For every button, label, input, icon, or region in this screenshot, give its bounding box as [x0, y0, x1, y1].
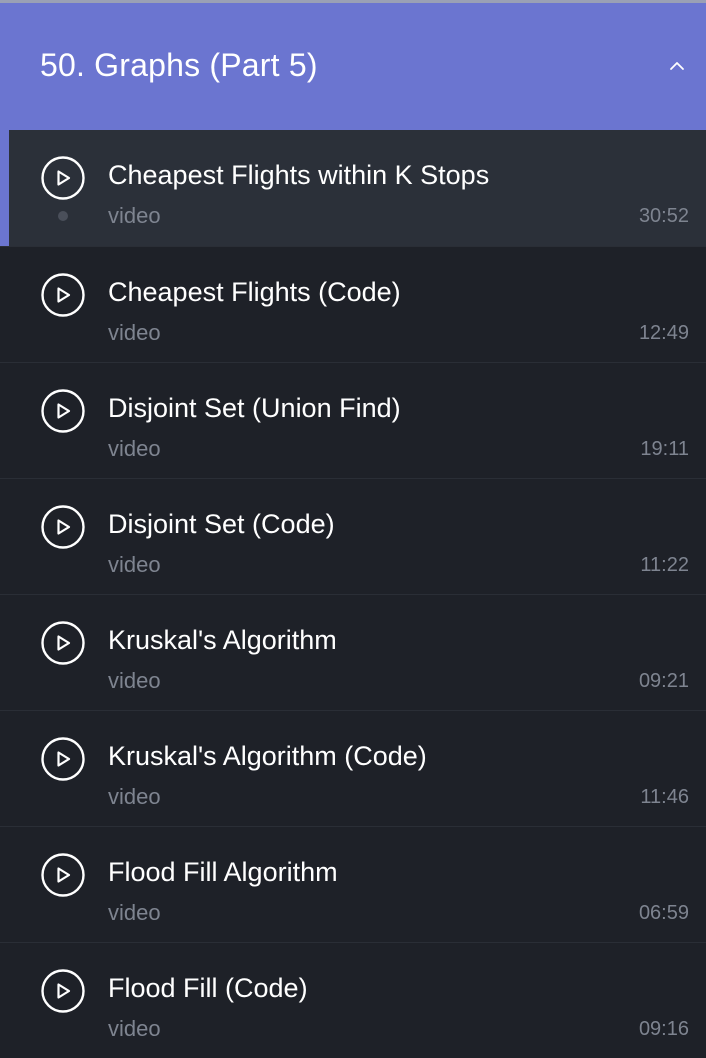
- play-circle-icon[interactable]: [40, 388, 86, 434]
- lesson-title: Cheapest Flights (Code): [108, 277, 401, 307]
- lesson-item[interactable]: Cheapest Flights (Code) video 12:49: [0, 246, 706, 362]
- lesson-type: video: [108, 784, 161, 809]
- lesson-item[interactable]: Kruskal's Algorithm video 09:21: [0, 594, 706, 710]
- section-header[interactable]: 50. Graphs (Part 5): [0, 3, 706, 130]
- play-circle-icon[interactable]: [40, 155, 86, 201]
- lesson-duration: 19:11: [640, 438, 689, 460]
- active-indicator: [0, 130, 9, 246]
- lesson-duration: 11:46: [640, 786, 689, 808]
- lesson-type: video: [108, 320, 161, 345]
- lesson-type: video: [108, 203, 161, 228]
- lesson-type: video: [108, 668, 161, 693]
- lesson-duration: 06:59: [638, 902, 689, 924]
- lesson-title: Disjoint Set (Code): [108, 509, 335, 539]
- lesson-duration: 11:22: [640, 554, 689, 576]
- lesson-duration: 30:52: [638, 205, 689, 227]
- progress-dot-icon: [58, 211, 68, 221]
- play-circle-icon[interactable]: [40, 736, 86, 782]
- lesson-title: Flood Fill Algorithm: [108, 857, 338, 887]
- lesson-title: Cheapest Flights within K Stops: [108, 160, 490, 190]
- play-circle-icon[interactable]: [40, 504, 86, 550]
- lesson-item[interactable]: Kruskal's Algorithm (Code) video 11:46: [0, 710, 706, 826]
- play-circle-icon[interactable]: [40, 620, 86, 666]
- lesson-title: Disjoint Set (Union Find): [108, 393, 401, 423]
- play-circle-icon[interactable]: [40, 852, 86, 898]
- lesson-title: Kruskal's Algorithm (Code): [108, 741, 427, 771]
- lesson-type: video: [108, 436, 161, 461]
- chevron-up-icon[interactable]: [666, 55, 688, 77]
- lesson-item[interactable]: Flood Fill (Code) video 09:16: [0, 942, 706, 1058]
- lesson-type: video: [108, 552, 161, 577]
- lesson-item[interactable]: Cheapest Flights within K Stops video 30…: [0, 130, 706, 246]
- lesson-item[interactable]: Disjoint Set (Union Find) video 19:11: [0, 362, 706, 478]
- lesson-duration: 12:49: [638, 322, 689, 344]
- play-circle-icon[interactable]: [40, 968, 86, 1014]
- play-circle-icon[interactable]: [40, 272, 86, 318]
- lesson-type: video: [108, 1016, 161, 1041]
- lesson-title: Kruskal's Algorithm: [108, 625, 337, 655]
- lesson-item[interactable]: Disjoint Set (Code) video 11:22: [0, 478, 706, 594]
- lesson-item[interactable]: Flood Fill Algorithm video 06:59: [0, 826, 706, 942]
- lesson-title: Flood Fill (Code): [108, 973, 308, 1003]
- lesson-list: Cheapest Flights within K Stops video 30…: [0, 130, 706, 1058]
- lesson-duration: 09:16: [638, 1018, 689, 1040]
- lesson-type: video: [108, 900, 161, 925]
- lesson-duration: 09:21: [638, 670, 689, 692]
- section-title: 50. Graphs (Part 5): [40, 47, 318, 83]
